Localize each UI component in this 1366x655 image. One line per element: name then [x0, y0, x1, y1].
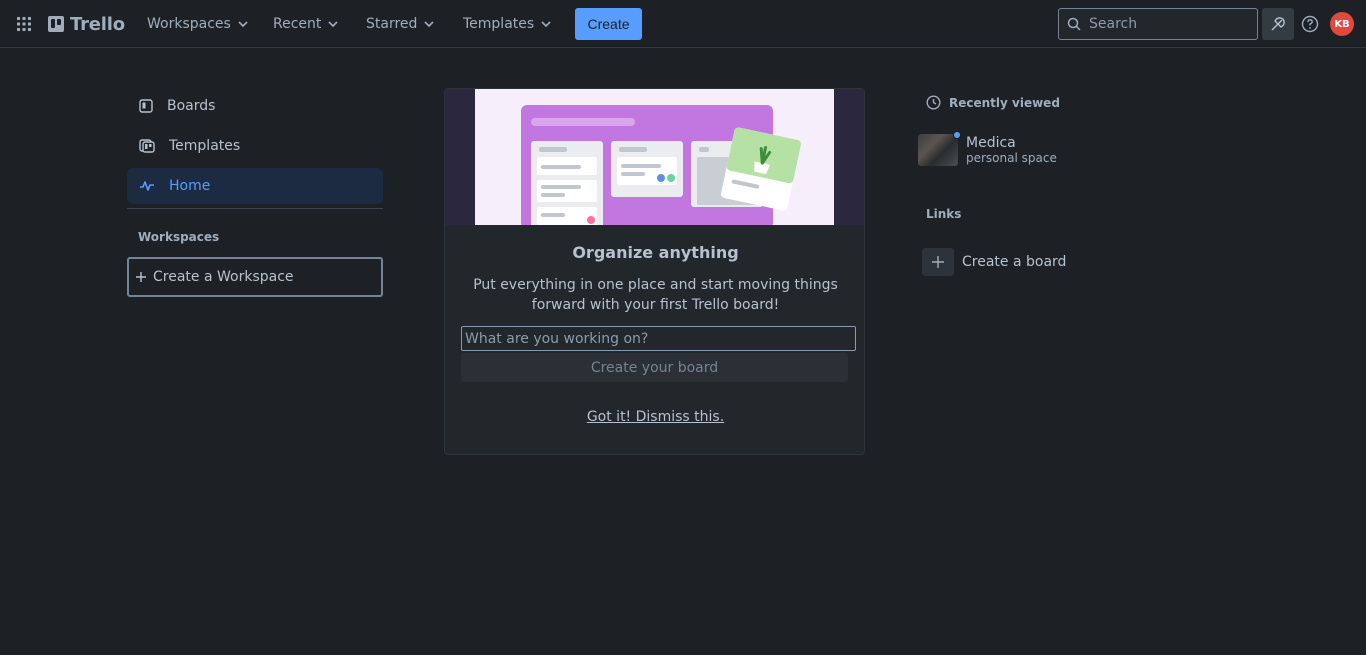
- search-box[interactable]: [1058, 8, 1258, 40]
- sidebar-divider: [127, 208, 383, 209]
- workspaces-heading: Workspaces: [138, 230, 220, 244]
- help-icon: [1301, 15, 1319, 33]
- chevron-down-icon: [327, 18, 339, 30]
- bell-icon: [1271, 17, 1285, 31]
- plus-icon: [922, 248, 954, 276]
- recently-viewed-label: Recently viewed: [949, 95, 1060, 110]
- create-button[interactable]: Create: [575, 8, 642, 40]
- help-button[interactable]: [1298, 12, 1322, 36]
- links-heading: Links: [926, 207, 962, 221]
- nav-starred-label: Starred: [366, 16, 418, 32]
- onboarding-illustration: [445, 89, 864, 231]
- plus-icon: [136, 272, 146, 282]
- recently-viewed-heading: Recently viewed: [926, 95, 1060, 110]
- nav-workspaces-dropdown[interactable]: Workspaces: [143, 10, 253, 38]
- sidebar-item-templates[interactable]: Templates: [127, 128, 383, 164]
- app-switcher-button[interactable]: [12, 12, 36, 36]
- search-icon: [1067, 17, 1081, 31]
- nav-starred-dropdown[interactable]: Starred: [362, 10, 439, 38]
- sidebar-item-boards[interactable]: Boards: [127, 88, 383, 124]
- nav-workspaces-label: Workspaces: [147, 16, 231, 32]
- create-your-board-button[interactable]: Create your board: [461, 353, 848, 382]
- create-board-label: Create a board: [962, 254, 1067, 270]
- nav-templates-dropdown[interactable]: Templates: [459, 10, 556, 38]
- chevron-down-icon: [540, 18, 552, 30]
- trello-logo[interactable]: Trello: [48, 12, 125, 36]
- notifications-button[interactable]: [1262, 8, 1294, 40]
- sidebar-item-label: Boards: [167, 98, 216, 114]
- sidebar-item-label: Home: [169, 178, 211, 194]
- dismiss-link[interactable]: Got it! Dismiss this.: [445, 409, 864, 425]
- board-name-input[interactable]: [461, 326, 856, 351]
- trello-logo-icon: [48, 16, 64, 32]
- create-workspace-label: Create a Workspace: [153, 269, 294, 285]
- recent-board-name: Medica: [966, 135, 1016, 151]
- nav-recent-dropdown[interactable]: Recent: [269, 10, 343, 38]
- sidebar-item-home[interactable]: Home: [127, 168, 383, 204]
- sidebar-item-label: Templates: [169, 138, 241, 154]
- nav-recent-label: Recent: [273, 16, 322, 32]
- chevron-down-icon: [237, 18, 249, 30]
- activity-icon: [140, 181, 154, 191]
- search-input[interactable]: [1089, 16, 1249, 32]
- chevron-down-icon: [423, 18, 435, 30]
- create-board-link[interactable]: Create a board: [922, 248, 1066, 276]
- user-avatar[interactable]: KB: [1330, 12, 1354, 36]
- create-workspace-button[interactable]: Create a Workspace: [127, 257, 383, 297]
- logo-text: Trello: [70, 13, 125, 35]
- template-icon: [139, 139, 155, 153]
- recent-board-item[interactable]: Medica personal space: [918, 131, 1098, 168]
- onboarding-title: Organize anything: [572, 243, 739, 262]
- board-thumbnail: [918, 131, 961, 166]
- top-navigation-bar: Trello Workspaces Recent Starred Templat…: [0, 0, 1366, 48]
- grid-icon: [17, 17, 31, 31]
- recent-board-subtitle: personal space: [966, 151, 1057, 165]
- unread-dot: [953, 131, 961, 139]
- onboarding-card: Organize anything Put everything in one …: [444, 88, 865, 455]
- board-icon: [139, 99, 153, 113]
- nav-templates-label: Templates: [463, 16, 535, 32]
- clock-icon: [926, 95, 941, 110]
- onboarding-description: Put everything in one place and start mo…: [473, 277, 838, 313]
